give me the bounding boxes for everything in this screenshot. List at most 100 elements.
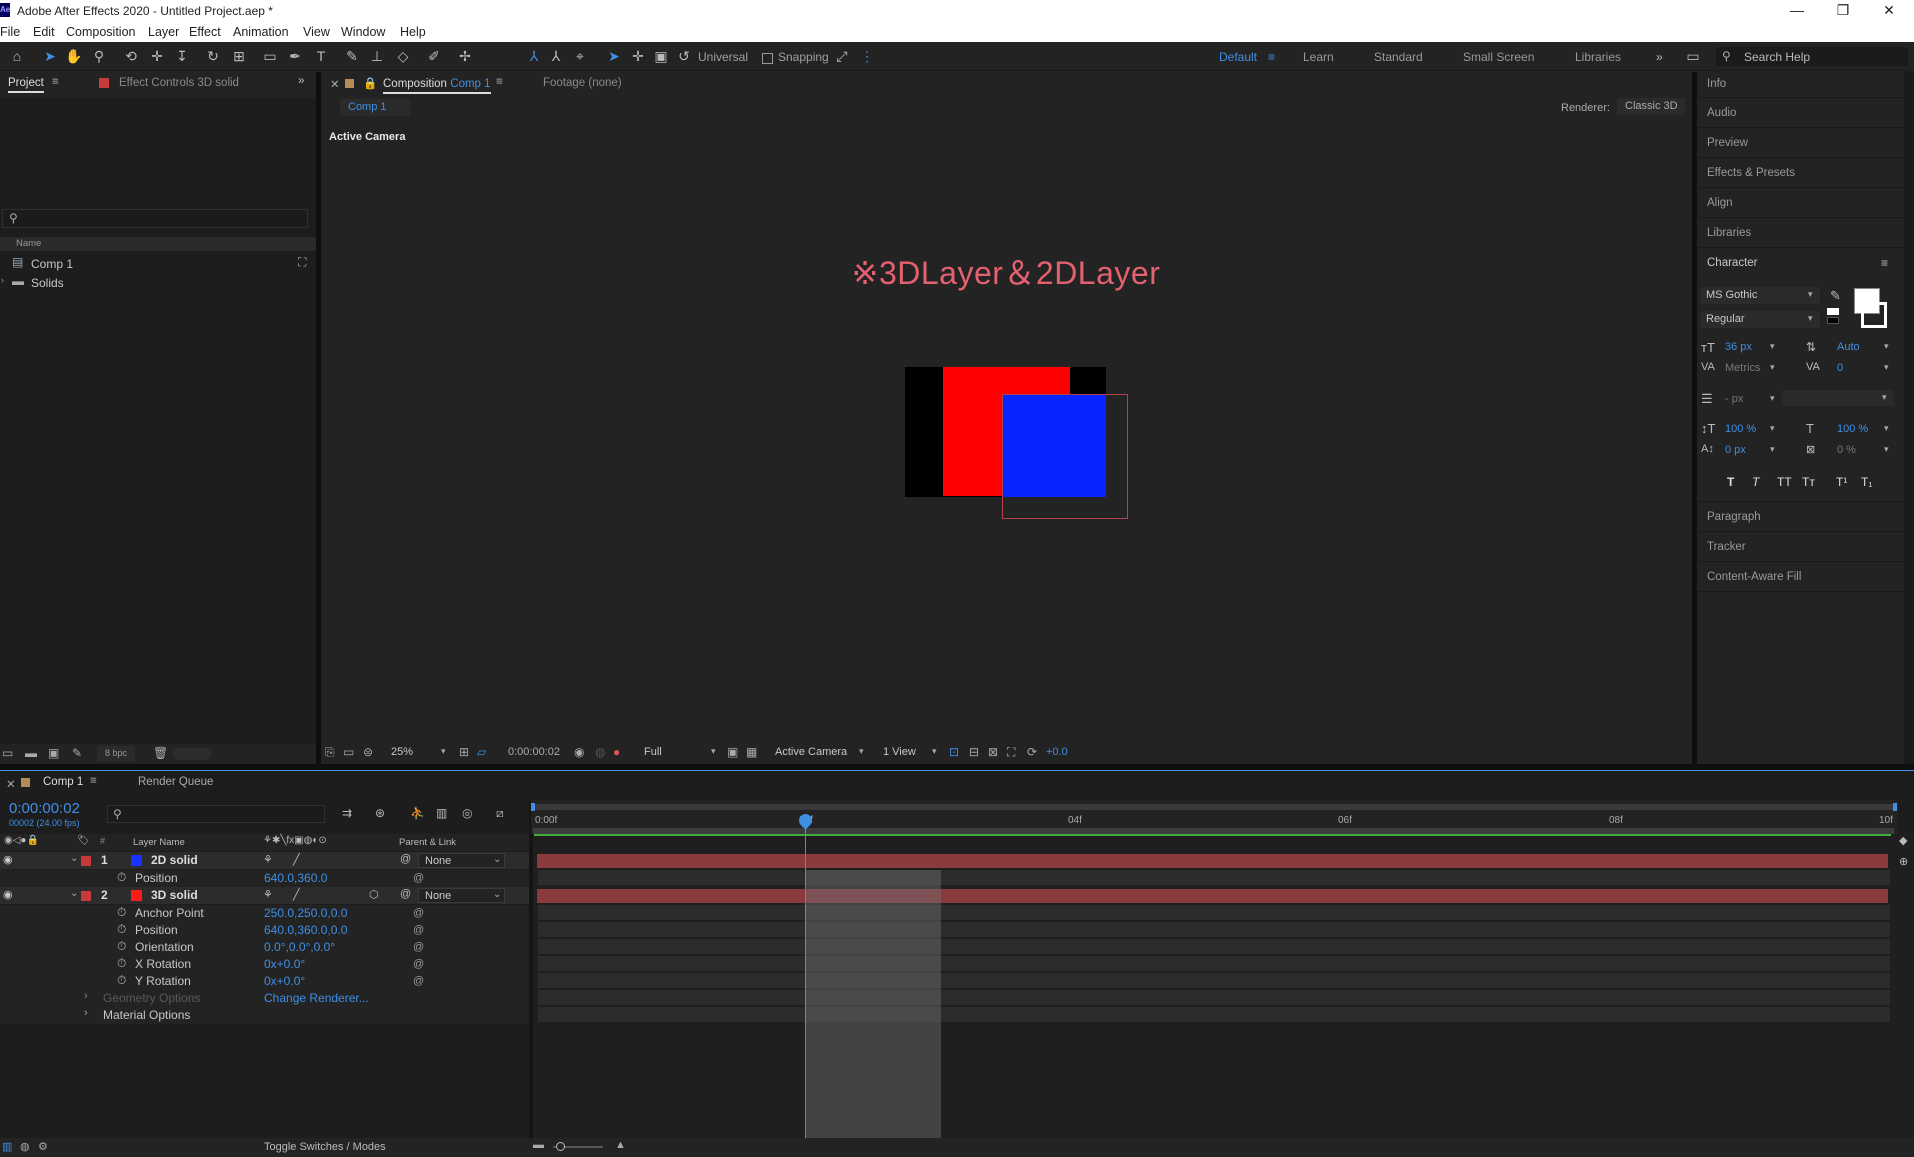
layer-name[interactable]: 3D solid [151, 888, 198, 902]
roto-brush-icon[interactable]: ✐ [424, 46, 444, 66]
property-value[interactable]: 0.0°,0.0°,0.0° [264, 940, 335, 954]
menu-edit[interactable]: Edit [33, 25, 55, 39]
zoom-in-icon[interactable]: ▲ [615, 1139, 626, 1151]
project-menu-icon[interactable]: ≡ [52, 76, 59, 88]
zoom-tool-icon[interactable]: ⚲ [89, 46, 109, 66]
black-swatch[interactable] [1827, 317, 1839, 324]
scale-icon[interactable]: ▣ [651, 46, 671, 66]
camera-dropdown[interactable]: Active Camera [775, 746, 847, 758]
layer-label-color[interactable] [81, 891, 91, 901]
right-scrollbar[interactable] [1904, 72, 1914, 764]
panel-tracker[interactable]: Tracker [1707, 541, 1746, 553]
snapping-checkbox[interactable] [762, 53, 773, 64]
stopwatch-icon[interactable]: ⏱ [117, 973, 126, 988]
expression-pickwhip-icon[interactable]: @ [413, 975, 424, 987]
font-size-value[interactable]: 36 px [1725, 341, 1752, 353]
workspace-small-screen[interactable]: Small Screen [1463, 50, 1534, 64]
current-time-display[interactable]: 0:00:00:02 [9, 800, 80, 817]
small-caps-button[interactable]: Tт [1802, 475, 1815, 489]
tab-effect-controls[interactable]: Effect Controls 3D solid [119, 77, 239, 89]
layer-row-2[interactable]: ◉ ⌄ 2 3D solid ⚘ ╱ ⬡ @ None ⌄ [0, 887, 529, 904]
parent-dropdown[interactable]: None ⌄ [418, 853, 505, 868]
workspace-learn[interactable]: Learn [1303, 50, 1334, 64]
property-row-anchor-point[interactable]: ⏱ Anchor Point 250.0,250.0,0.0 @ [0, 905, 529, 922]
rotate-icon[interactable]: ↺ [674, 46, 694, 66]
tab-project[interactable]: Project [8, 77, 44, 93]
label-icon[interactable]: 🏷 [77, 835, 90, 846]
property-value[interactable]: 0x+0.0° [264, 957, 305, 971]
graph-editor-icon[interactable]: ⧄ [496, 806, 504, 821]
menu-file[interactable]: File [0, 25, 20, 39]
snapshot-icon[interactable]: ◉ [574, 745, 584, 759]
clone-stamp-icon[interactable]: ⊥ [367, 46, 387, 66]
panel-overflow-icon[interactable]: » [298, 75, 304, 87]
toggle-pixel-aspect-icon[interactable]: ⊡ [949, 745, 959, 759]
zoom-slider-thumb[interactable] [556, 1142, 565, 1151]
superscript-button[interactable]: T¹ [1836, 475, 1847, 489]
reset-exposure-icon[interactable]: ⟳ [1027, 745, 1037, 759]
column-name[interactable]: Name [16, 238, 41, 249]
eyedropper-icon[interactable]: ✎ [1830, 288, 1841, 304]
chevron-down-icon[interactable]: ⌄ [70, 888, 78, 899]
timeline-search-input[interactable]: ⚲ [107, 805, 325, 823]
fast-preview-icon[interactable]: ⊟ [969, 745, 979, 759]
panel-audio[interactable]: Audio [1707, 107, 1736, 119]
tab-comp1[interactable]: Comp 1 [43, 776, 83, 788]
panel-libraries[interactable]: Libraries [1707, 227, 1751, 239]
tab-composition[interactable]: Composition Comp 1 [383, 76, 491, 94]
workspace-standard[interactable]: Standard [1374, 50, 1423, 64]
menu-view[interactable]: View [303, 25, 330, 39]
all-caps-button[interactable]: TT [1777, 475, 1792, 489]
stroke-type-dropdown[interactable]: ▾ [1782, 390, 1894, 406]
layer-row-1[interactable]: ◉ ⌄ 1 2D solid ⚘ ╱ @ None ⌄ [0, 852, 529, 869]
vertical-scale-value[interactable]: 100 % [1725, 423, 1756, 435]
project-search-input[interactable]: ⚲ [2, 209, 308, 228]
tsume-value[interactable]: 0 % [1837, 444, 1856, 456]
maximize-button[interactable]: ❐ [1820, 0, 1866, 22]
hand-tool-icon[interactable]: ✋ [64, 46, 84, 66]
search-help-input[interactable]: ⚲ Search Help [1716, 47, 1908, 66]
property-group-geometry-options[interactable]: › Geometry Options Change Renderer... [0, 990, 529, 1007]
workspace-menu-icon[interactable]: ≡ [1268, 50, 1275, 64]
faux-bold-button[interactable]: T [1727, 475, 1734, 489]
chevron-down-icon[interactable]: ▾ [1770, 341, 1775, 352]
column-parent-link[interactable]: Parent & Link [399, 837, 456, 848]
thumbnail-slider[interactable] [172, 748, 212, 760]
kerning-value[interactable]: Metrics [1725, 362, 1760, 374]
tracking-value[interactable]: 0 [1837, 362, 1843, 374]
3d-layer-switch-icon[interactable]: ⬡ [369, 888, 379, 901]
workspace-libraries[interactable]: Libraries [1575, 50, 1621, 64]
subscript-button[interactable]: T₁ [1861, 475, 1872, 489]
baseline-shift-value[interactable]: 0 px [1725, 444, 1746, 456]
renderer-button[interactable]: Classic 3D [1617, 98, 1685, 115]
chevron-down-icon[interactable]: ▾ [1884, 341, 1889, 352]
rotate-tool-icon[interactable]: ↻ [203, 46, 223, 66]
stroke-color-swatch[interactable] [1861, 302, 1887, 328]
rectangle-tool-icon[interactable]: ▭ [260, 46, 280, 66]
time-navigator-bar[interactable] [532, 804, 1895, 810]
adjust-settings-icon[interactable]: ✎ [72, 746, 82, 760]
close-button[interactable]: ✕ [1866, 0, 1912, 22]
menu-effect[interactable]: Effect [189, 25, 221, 39]
panel-effects-presets[interactable]: Effects & Presets [1707, 167, 1795, 179]
project-item-comp1[interactable]: ▤ Comp 1 ⛶ [0, 255, 316, 273]
chevron-right-icon[interactable]: › [84, 990, 88, 1002]
monitor-icon[interactable]: ▭ [343, 745, 354, 759]
draft-3d-icon[interactable]: ⊛ [375, 806, 385, 820]
trash-icon[interactable]: 🗑 [153, 746, 168, 760]
panel-content-aware-fill[interactable]: Content-Aware Fill [1707, 571, 1801, 583]
character-panel-title[interactable]: Character [1707, 257, 1758, 269]
chevron-down-icon[interactable]: ▾ [1770, 362, 1775, 373]
navigator-end-handle[interactable] [1893, 803, 1897, 811]
panel-info[interactable]: Info [1707, 78, 1726, 90]
resolution-dropdown[interactable]: Full [644, 746, 662, 758]
menu-window[interactable]: Window [341, 25, 385, 39]
property-value[interactable]: 250.0,250.0,0.0 [264, 906, 347, 920]
pan-tool-icon[interactable]: ✛ [147, 46, 167, 66]
menu-layer[interactable]: Layer [148, 25, 179, 39]
comp-button-icon[interactable]: ⊕ [1899, 855, 1908, 868]
universal-select-icon[interactable]: ➤ [604, 46, 624, 66]
fit-icon[interactable]: ⊞ [459, 745, 469, 759]
stopwatch-icon[interactable]: ⏱ [117, 939, 126, 954]
property-row-y-rotation[interactable]: ⏱ Y Rotation 0x+0.0° @ [0, 973, 529, 990]
